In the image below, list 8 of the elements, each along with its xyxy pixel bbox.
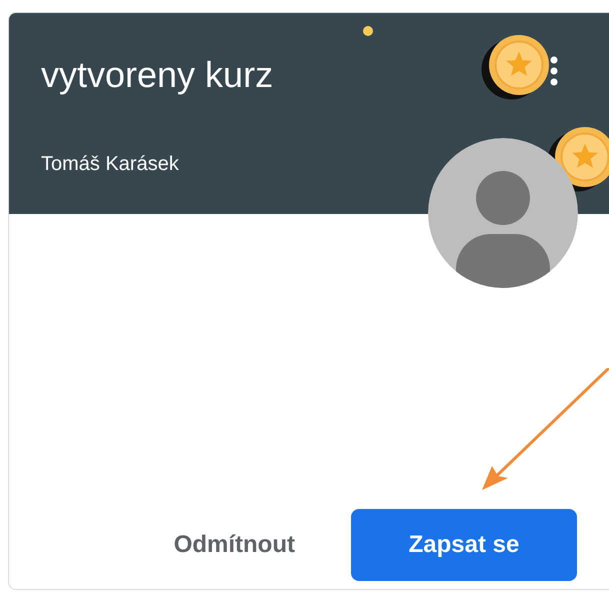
avatar-icon xyxy=(428,138,578,288)
more-menu-icon[interactable] xyxy=(549,55,559,87)
teacher-name: Tomáš Karásek xyxy=(41,152,179,177)
dot-icon xyxy=(363,26,373,36)
coin-icon xyxy=(482,35,549,100)
course-title: vytvoreny kurz xyxy=(41,53,274,97)
enroll-button[interactable]: Zapsat se xyxy=(351,509,577,581)
decline-button[interactable]: Odmítnout xyxy=(166,509,303,581)
